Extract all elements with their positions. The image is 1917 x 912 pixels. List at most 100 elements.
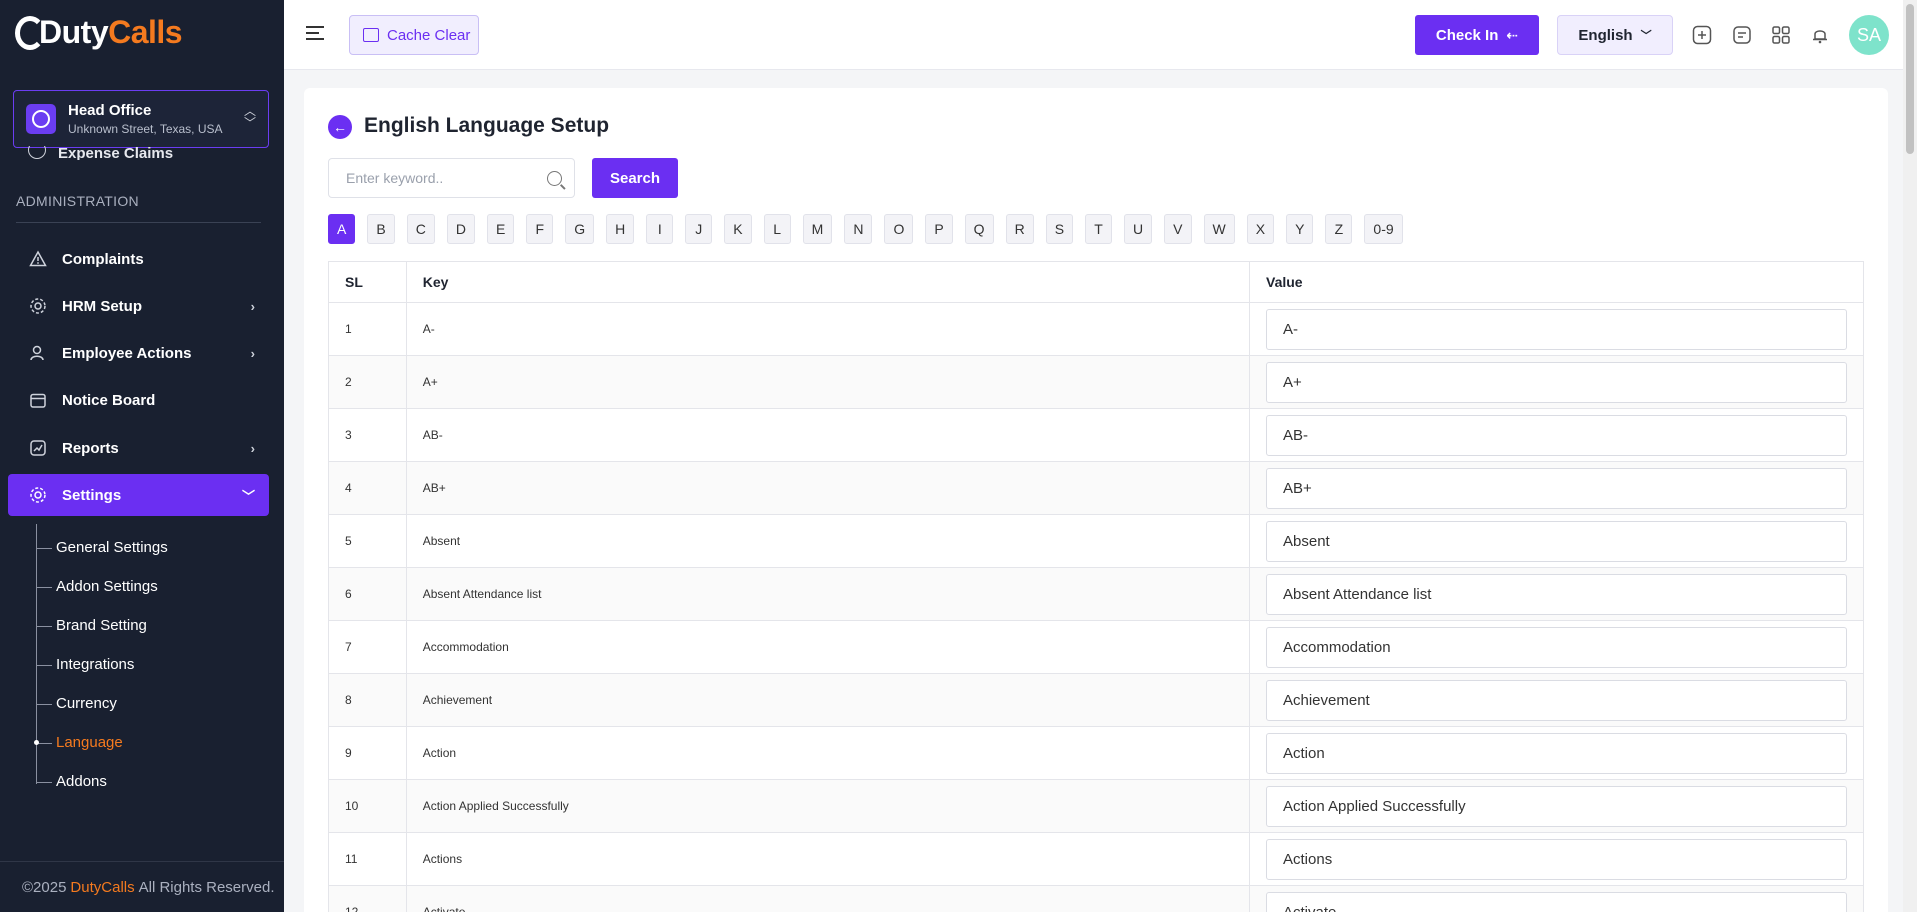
submenu-item-addon-settings[interactable]: Addon Settings <box>36 578 158 595</box>
letter-filter-button[interactable]: T <box>1085 214 1113 244</box>
translation-table: SL Key Value 1A-2A+3AB-4AB+5Absent6Absen… <box>328 261 1864 912</box>
sidebar-item-label: Notice Board <box>62 391 156 409</box>
table-row: 4 AB+ <box>328 461 1864 515</box>
translation-value-input[interactable] <box>1266 679 1847 721</box>
letter-filter-button[interactable]: W <box>1203 214 1235 244</box>
page-title: English Language Setup <box>364 114 610 137</box>
letter-filter-button[interactable]: Z <box>1325 214 1353 244</box>
letter-filter-button[interactable]: 0-9 <box>1364 214 1403 244</box>
sidebar-item-reports[interactable]: Reports › <box>8 427 269 469</box>
letter-filter-button[interactable]: O <box>884 214 914 244</box>
translation-value-input[interactable] <box>1266 573 1847 615</box>
sidebar-item-complaints[interactable]: Complaints <box>8 238 269 280</box>
sidebar-item-label: Settings <box>62 486 122 504</box>
letter-filter-button[interactable]: A <box>328 214 356 244</box>
letter-filter-button[interactable]: J <box>685 214 713 244</box>
letter-filter-button[interactable]: C <box>406 214 435 244</box>
sidebar-item-employee-actions[interactable]: Employee Actions › <box>8 332 269 374</box>
table-row: 10 Action Applied Successfully <box>328 779 1864 833</box>
letter-filter-button[interactable]: X <box>1246 214 1275 244</box>
translation-value-input[interactable] <box>1266 785 1847 827</box>
translation-value-input[interactable] <box>1266 467 1847 509</box>
cell-value <box>1249 726 1864 780</box>
letter-filter-button[interactable]: I <box>646 214 674 244</box>
add-icon[interactable] <box>1691 24 1713 46</box>
check-in-button[interactable]: Check In ⇠ <box>1415 15 1539 55</box>
branch-selector[interactable]: Head Office Unknown Street, Texas, USA ︿… <box>13 90 269 148</box>
cell-value <box>1249 832 1864 886</box>
letter-filter-button[interactable]: N <box>844 214 873 244</box>
cell-key: Activate <box>406 885 1251 912</box>
translation-value-input[interactable] <box>1266 838 1847 880</box>
letter-filter-button[interactable]: R <box>1005 214 1034 244</box>
sidebar-item-expense-claims[interactable]: Expense Claims <box>28 146 173 160</box>
translation-value-input[interactable] <box>1266 308 1847 350</box>
translation-value-input[interactable] <box>1266 520 1847 562</box>
letter-filter-button[interactable]: Q <box>964 214 994 244</box>
translation-value-input[interactable] <box>1266 361 1847 403</box>
sidebar-item-label: HRM Setup <box>62 297 142 315</box>
translation-value-input[interactable] <box>1266 891 1847 912</box>
copyright-year: ©2025 <box>22 878 67 896</box>
column-header-sl: SL <box>328 261 407 303</box>
language-dropdown[interactable]: English ﹀ <box>1557 15 1673 55</box>
submenu-item-addons[interactable]: Addons <box>36 773 107 790</box>
hamburger-menu-icon[interactable] <box>306 26 324 40</box>
cell-value <box>1249 779 1864 833</box>
alphabet-filter: A B C D E F G H I J K L M N O P Q R S T U V W X Y Z 0-9 <box>328 214 1415 244</box>
cell-value <box>1249 673 1864 727</box>
dutycalls-logo[interactable]: Duty Calls <box>15 14 183 51</box>
chevron-right-icon: › <box>250 345 255 361</box>
bell-icon[interactable] <box>1809 24 1831 46</box>
submenu-item-label: Language <box>56 734 123 751</box>
language-selected: English <box>1578 26 1633 44</box>
branch-address: Unknown Street, Texas, USA <box>68 122 223 136</box>
letter-filter-button[interactable]: S <box>1045 214 1074 244</box>
letter-filter-button[interactable]: G <box>565 214 595 244</box>
table-row: 7 Accommodation <box>328 620 1864 674</box>
letter-filter-button[interactable]: U <box>1124 214 1153 244</box>
translation-value-input[interactable] <box>1266 626 1847 668</box>
letter-filter-button[interactable]: L <box>763 214 791 244</box>
cell-value <box>1249 408 1864 462</box>
letter-filter-button[interactable]: K <box>724 214 752 244</box>
cache-clear-button[interactable]: Cache Clear <box>349 15 479 55</box>
submenu-item-brand-setting[interactable]: Brand Setting <box>36 617 147 634</box>
letter-filter-button[interactable]: P <box>925 214 953 244</box>
submenu-tree-line <box>36 524 37 784</box>
submenu-item-currency[interactable]: Currency <box>36 695 117 712</box>
sidebar-item-settings[interactable]: Settings ﹀ <box>8 474 269 516</box>
apps-grid-icon[interactable] <box>1770 24 1792 46</box>
scrollbar-thumb[interactable] <box>1906 4 1914 154</box>
search-input[interactable] <box>329 159 574 197</box>
submenu-item-integrations[interactable]: Integrations <box>35 656 134 673</box>
cell-sl: 6 <box>328 567 407 621</box>
cell-sl: 7 <box>328 620 407 674</box>
letter-filter-button[interactable]: V <box>1164 214 1192 244</box>
back-arrow-icon[interactable]: ← <box>328 115 352 139</box>
check-in-label: Check In <box>1435 26 1499 44</box>
cell-key: AB- <box>406 408 1251 462</box>
letter-filter-button[interactable]: Y <box>1286 214 1314 244</box>
letter-filter-button[interactable]: D <box>446 214 475 244</box>
page-scrollbar[interactable] <box>1903 0 1917 912</box>
avatar[interactable]: SA <box>1849 15 1889 55</box>
letter-filter-button[interactable]: H <box>606 214 635 244</box>
sidebar-item-notice-board[interactable]: Notice Board <box>8 379 269 421</box>
submenu-item-language[interactable]: Language <box>34 734 123 751</box>
letter-filter-button[interactable]: F <box>526 214 554 244</box>
submenu-item-general-settings[interactable]: General Settings <box>36 539 168 556</box>
search-button[interactable]: Search <box>592 158 678 198</box>
cell-key: A+ <box>406 355 1251 409</box>
cell-key: Action Applied Successfully <box>406 779 1251 833</box>
notes-icon[interactable] <box>1731 24 1753 46</box>
sidebar-item-hrm-setup[interactable]: HRM Setup › <box>8 285 269 327</box>
table-row: 2 A+ <box>328 355 1864 409</box>
table-row: 1 A- <box>328 302 1864 356</box>
search-icon[interactable] <box>547 171 562 186</box>
letter-filter-button[interactable]: B <box>367 214 395 244</box>
letter-filter-button[interactable]: E <box>486 214 515 244</box>
translation-value-input[interactable] <box>1266 732 1847 774</box>
translation-value-input[interactable] <box>1266 414 1847 456</box>
letter-filter-button[interactable]: M <box>802 214 833 244</box>
